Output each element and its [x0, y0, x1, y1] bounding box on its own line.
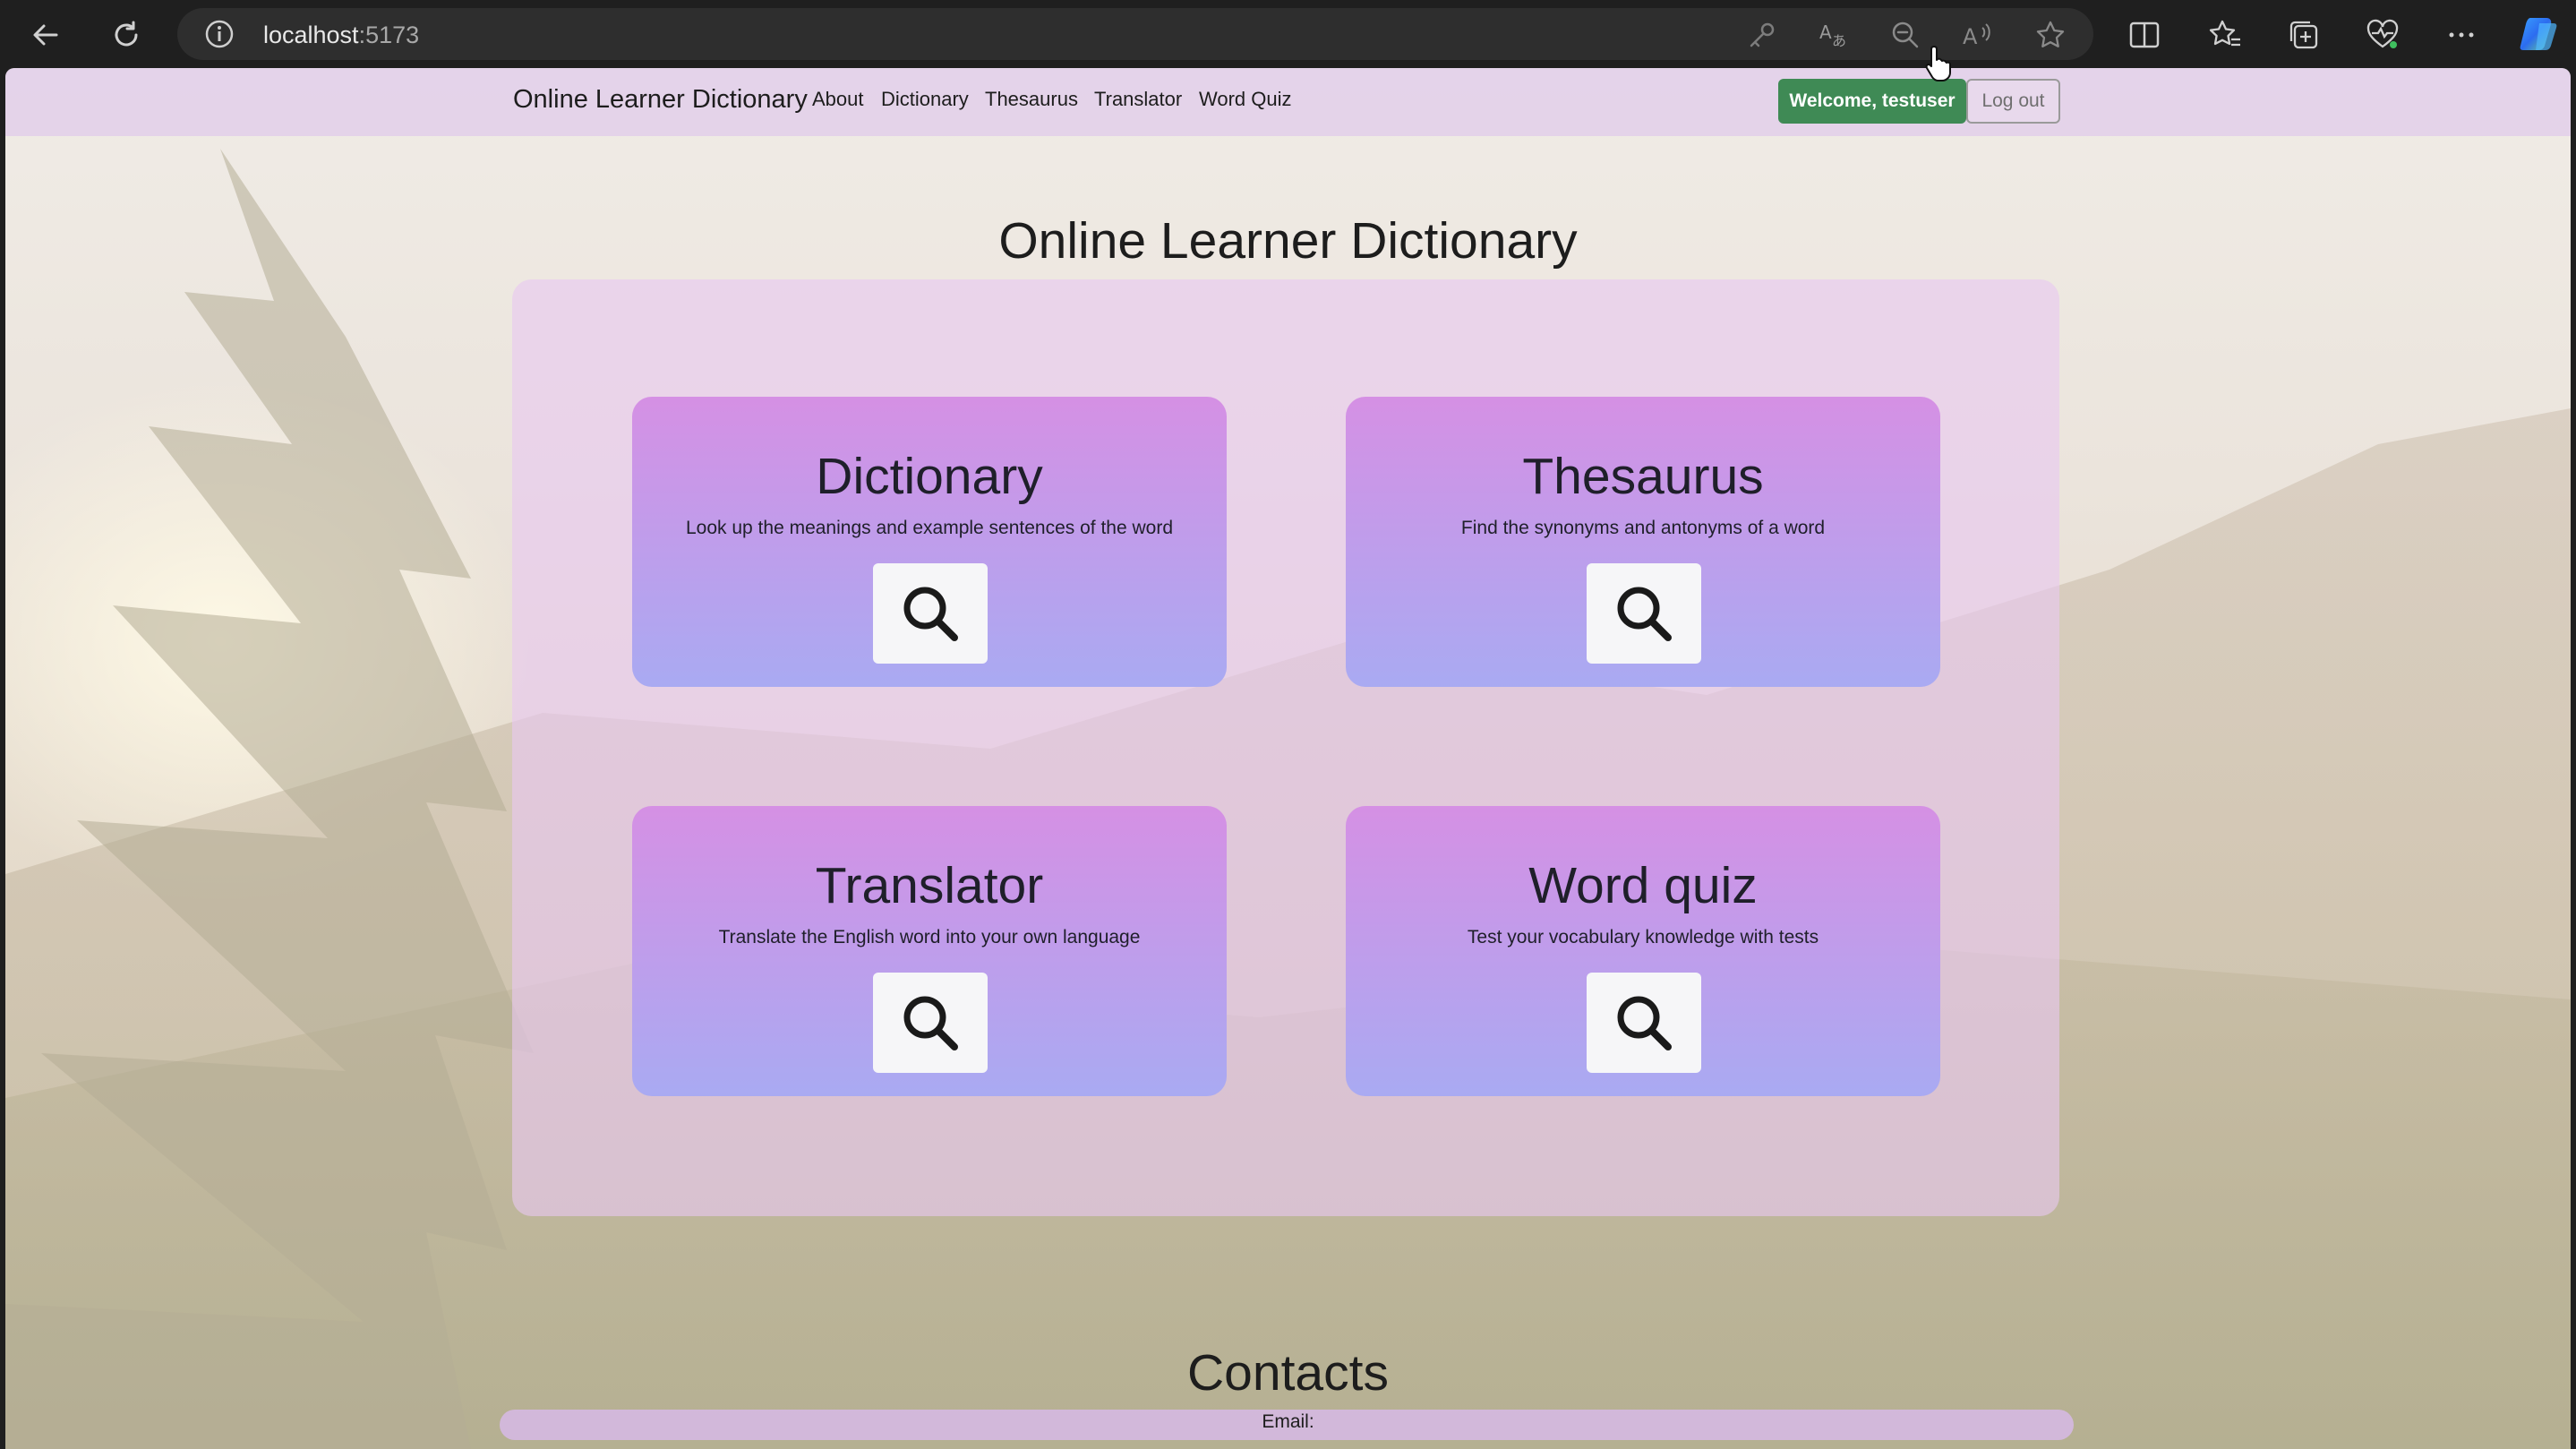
url-text: localhost:5173	[263, 21, 419, 49]
translator-search-button[interactable]	[873, 973, 988, 1073]
reload-button[interactable]	[104, 13, 149, 57]
card-title: Word quiz	[1528, 857, 1758, 914]
card-description: Translate the English word into your own…	[718, 927, 1141, 947]
svg-text:A: A	[1963, 24, 1978, 49]
nav-link-word-quiz[interactable]: Word Quiz	[1199, 88, 1292, 111]
card-title: Translator	[815, 857, 1044, 914]
contacts-heading: Contacts	[1187, 1344, 1389, 1402]
search-icon	[1617, 587, 1672, 641]
search-icon	[903, 587, 958, 641]
page-title: Online Learner Dictionary	[998, 212, 1578, 270]
browser-toolbar: localhost:5173 Aあ A	[0, 0, 2576, 68]
card-thesaurus[interactable]: Thesaurus Find the synonyms and antonyms…	[1346, 397, 1940, 687]
welcome-user-button[interactable]: Welcome, testuser	[1778, 79, 1966, 124]
nav-link-dictionary[interactable]: Dictionary	[881, 88, 969, 111]
key-icon[interactable]	[1746, 19, 1778, 51]
collections-icon[interactable]	[2287, 18, 2321, 52]
card-title: Thesaurus	[1522, 448, 1764, 505]
address-bar[interactable]: localhost:5173 Aあ A	[177, 8, 2093, 60]
nav-link-thesaurus[interactable]: Thesaurus	[985, 88, 1078, 111]
browser-essentials-icon[interactable]	[2366, 18, 2400, 52]
card-description: Look up the meanings and example sentenc…	[685, 518, 1174, 538]
card-translator[interactable]: Translator Translate the English word in…	[632, 806, 1227, 1096]
back-button[interactable]	[23, 13, 68, 57]
back-arrow-icon	[33, 24, 58, 46]
search-icon	[1617, 996, 1672, 1050]
top-navbar: Online Learner Dictionary About Dictiona…	[5, 68, 2571, 136]
copilot-icon[interactable]	[2518, 13, 2561, 56]
email-label: Email:	[1262, 1411, 1314, 1432]
url-port: :5173	[358, 21, 420, 48]
translate-icon[interactable]: Aあ	[1818, 19, 1850, 51]
svg-text:あ: あ	[1832, 32, 1846, 49]
favorite-star-icon[interactable]	[2034, 19, 2067, 51]
read-aloud-icon[interactable]: A	[1961, 19, 1993, 51]
more-options-icon[interactable]	[2444, 18, 2478, 52]
zoom-out-icon[interactable]	[1889, 19, 1921, 51]
search-icon	[903, 996, 958, 1050]
dictionary-search-button[interactable]	[873, 563, 988, 664]
reload-icon	[115, 21, 138, 47]
card-description: Find the synonyms and antonyms of a word	[1460, 518, 1826, 538]
nav-link-about[interactable]: About	[812, 88, 864, 111]
card-title: Dictionary	[816, 448, 1043, 505]
brand-link[interactable]: Online Learner Dictionary	[513, 85, 808, 115]
nav-link-translator[interactable]: Translator	[1094, 88, 1182, 111]
logout-button[interactable]: Log out	[1966, 79, 2060, 124]
hand-cursor-icon	[1925, 46, 1951, 81]
svg-text:A: A	[1819, 21, 1832, 43]
split-screen-icon[interactable]	[2127, 18, 2161, 52]
page-viewport: Online Learner Dictionary About Dictiona…	[5, 68, 2571, 1449]
site-info-icon[interactable]	[204, 19, 235, 49]
thesaurus-search-button[interactable]	[1587, 563, 1701, 664]
card-description: Test your vocabulary knowledge with test…	[1467, 927, 1819, 947]
url-host: localhost	[263, 21, 359, 48]
favorites-icon[interactable]	[2208, 18, 2242, 52]
card-word-quiz[interactable]: Word quiz Test your vocabulary knowledge…	[1346, 806, 1940, 1096]
card-dictionary[interactable]: Dictionary Look up the meanings and exam…	[632, 397, 1227, 687]
word-quiz-search-button[interactable]	[1587, 973, 1701, 1073]
